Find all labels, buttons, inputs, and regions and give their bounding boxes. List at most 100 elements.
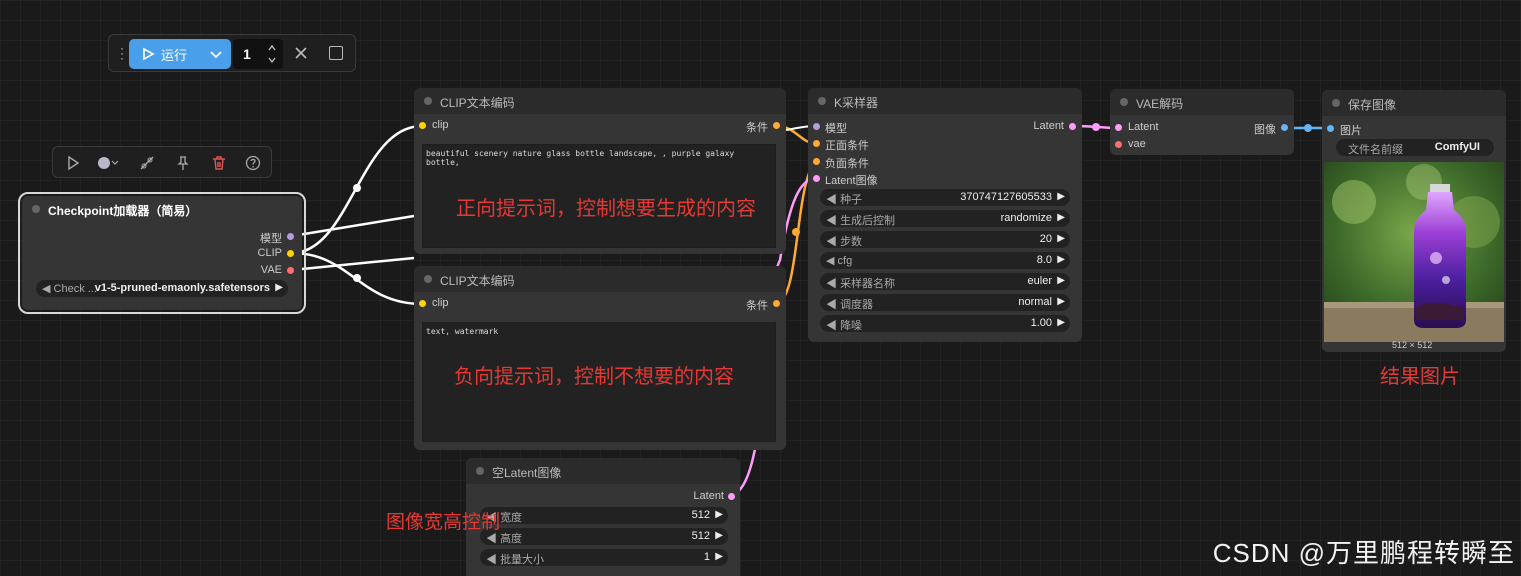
collapse-dot-icon[interactable]	[818, 97, 826, 105]
queue-toolbar: ⋮⋮ 运行 1	[108, 34, 356, 72]
filename-prefix-widget[interactable]: 文件名前缀 ComfyUI	[1336, 139, 1494, 156]
output-socket-conditioning[interactable]	[773, 300, 780, 307]
input-socket-clip[interactable]	[419, 122, 426, 129]
output-label-image: 图像	[1254, 124, 1276, 136]
output-socket-latent[interactable]	[728, 493, 735, 500]
bottle-image	[1324, 162, 1504, 342]
help-icon[interactable]	[245, 155, 261, 171]
output-label-conditioning: 条件	[746, 300, 768, 312]
wire-reroute-dot	[792, 228, 800, 236]
output-label-clip: CLIP	[257, 247, 282, 259]
batch-count-value: 1	[243, 46, 251, 62]
image-size-caption: 512 × 512	[1392, 340, 1433, 350]
arrow-right-icon[interactable]: ▶	[1057, 317, 1065, 328]
collapse-dot-icon[interactable]	[1332, 99, 1340, 107]
height-widget[interactable]: ◀ 高度 512 ▶	[480, 528, 728, 545]
chevron-up-icon[interactable]	[267, 43, 277, 53]
widget-label: ◀ 调度器	[826, 299, 874, 311]
collapse-dot-icon[interactable]	[32, 205, 40, 213]
arrow-right-icon[interactable]: ▶	[1057, 233, 1065, 244]
arrow-right-icon[interactable]: ▶	[1057, 296, 1065, 307]
checkpoint-loader-node[interactable]: Checkpoint加载器（简易） 模型 CLIP VAE ◀ Check ..…	[18, 192, 306, 314]
width-widget[interactable]: ◀ 宽度 512 ▶	[480, 507, 728, 524]
close-icon[interactable]	[293, 45, 309, 61]
node-title-bar[interactable]: VAE解码	[1110, 89, 1294, 115]
input-socket-positive[interactable]	[813, 140, 820, 147]
widget-label: ◀ 步数	[826, 236, 863, 248]
input-socket-latent[interactable]	[1115, 124, 1122, 131]
output-socket-model[interactable]	[287, 233, 294, 240]
clip-text-encode-positive-node[interactable]: CLIP文本编码 clip 条件 beautiful scenery natur…	[414, 88, 786, 254]
batch-count-input[interactable]: 1	[233, 39, 283, 69]
node-title-bar[interactable]: K采样器	[808, 88, 1082, 114]
color-picker-icon[interactable]	[97, 155, 119, 171]
input-label-clip: clip	[432, 119, 449, 131]
node-title-bar[interactable]: 保存图像	[1322, 90, 1506, 116]
node-title: VAE解码	[1136, 97, 1184, 111]
run-label: 运行	[161, 47, 188, 63]
arrow-right-icon[interactable]: ▶	[1057, 275, 1065, 286]
chevron-down-icon[interactable]	[267, 55, 277, 65]
input-label-positive: 正面条件	[825, 140, 869, 152]
arrow-right-icon[interactable]: ▶	[1057, 212, 1065, 223]
collapse-dot-icon[interactable]	[1120, 98, 1128, 106]
vae-decode-node[interactable]: VAE解码 Latent vae 图像	[1110, 89, 1294, 155]
arrow-right-icon[interactable]: ▶	[715, 530, 723, 541]
output-label-latent: Latent	[1033, 120, 1064, 132]
input-socket-latent-image[interactable]	[813, 175, 820, 182]
node-title-bar[interactable]: CLIP文本编码	[414, 88, 786, 114]
widget-label: ◀ 批量大小	[486, 554, 545, 566]
arrow-right-icon[interactable]: ▶	[715, 509, 723, 520]
output-socket-image[interactable]	[1281, 124, 1288, 131]
node-title-bar[interactable]: 空Latent图像	[466, 458, 740, 484]
input-label-latent-image: Latent图像	[825, 175, 878, 187]
ckpt-name-widget[interactable]: ◀ Check ... v1-5-pruned-emaonly.safetens…	[36, 280, 288, 297]
sampler-name-widget[interactable]: ◀ 采样器名称 euler ▶	[820, 273, 1070, 290]
arrow-right-icon[interactable]: ▶	[1057, 191, 1065, 202]
wire-reroute-dot	[353, 274, 361, 282]
output-socket-latent[interactable]	[1069, 123, 1076, 130]
bypass-icon[interactable]	[139, 155, 155, 171]
output-socket-conditioning[interactable]	[773, 122, 780, 129]
collapse-dot-icon[interactable]	[424, 97, 432, 105]
output-label-model: 模型	[260, 233, 282, 245]
widget-value: 1	[703, 551, 710, 563]
scheduler-widget[interactable]: ◀ 调度器 normal ▶	[820, 294, 1070, 311]
stop-icon[interactable]	[329, 46, 343, 60]
input-socket-model[interactable]	[813, 123, 820, 130]
arrow-right-icon[interactable]: ▶	[1057, 254, 1065, 265]
arrow-right-icon[interactable]: ▶	[275, 282, 283, 293]
widget-label: ◀ 采样器名称	[826, 278, 896, 290]
clip-text-encode-negative-node[interactable]: CLIP文本编码 clip 条件 text, watermark	[414, 266, 786, 450]
denoise-widget[interactable]: ◀ 降噪 1.00 ▶	[820, 315, 1070, 332]
empty-latent-image-node[interactable]: 空Latent图像 Latent ◀ 宽度 512 ▶ ◀ 高度 512 ▶ ◀…	[466, 458, 740, 576]
widget-value: 20	[1039, 233, 1052, 245]
node-title-bar[interactable]: Checkpoint加载器（简易）	[22, 196, 302, 222]
widget-value: euler	[1027, 275, 1052, 287]
steps-widget[interactable]: ◀ 步数 20 ▶	[820, 231, 1070, 248]
save-image-node[interactable]: 保存图像 图片 文件名前缀 ComfyUI 512 × 512	[1322, 90, 1506, 352]
result-image-preview[interactable]	[1324, 162, 1504, 342]
pin-icon[interactable]	[175, 155, 191, 171]
trash-icon[interactable]	[211, 155, 227, 171]
input-socket-images[interactable]	[1327, 125, 1334, 132]
input-socket-negative[interactable]	[813, 158, 820, 165]
play-icon[interactable]	[65, 155, 81, 171]
output-socket-clip[interactable]	[287, 250, 294, 257]
arrow-right-icon[interactable]: ▶	[715, 551, 723, 562]
input-socket-clip[interactable]	[419, 300, 426, 307]
chevron-down-icon[interactable]	[209, 47, 223, 61]
input-label-model: 模型	[825, 123, 847, 135]
collapse-dot-icon[interactable]	[424, 275, 432, 283]
output-socket-vae[interactable]	[287, 267, 294, 274]
batch-size-widget[interactable]: ◀ 批量大小 1 ▶	[480, 549, 728, 566]
seed-widget[interactable]: ◀ 种子 370747127605533 ▶	[820, 189, 1070, 206]
cfg-widget[interactable]: ◀ cfg 8.0 ▶	[820, 252, 1070, 269]
control-after-generate-widget[interactable]: ◀ 生成后控制 randomize ▶	[820, 210, 1070, 227]
node-title-bar[interactable]: CLIP文本编码	[414, 266, 786, 292]
ksampler-node[interactable]: K采样器 模型 正面条件 负面条件 Latent图像 Latent ◀ 种子 3…	[808, 88, 1082, 342]
collapse-dot-icon[interactable]	[476, 467, 484, 475]
input-socket-vae[interactable]	[1115, 141, 1122, 148]
widget-label: ◀ 降噪	[826, 320, 863, 332]
run-button[interactable]: 运行	[129, 39, 231, 69]
